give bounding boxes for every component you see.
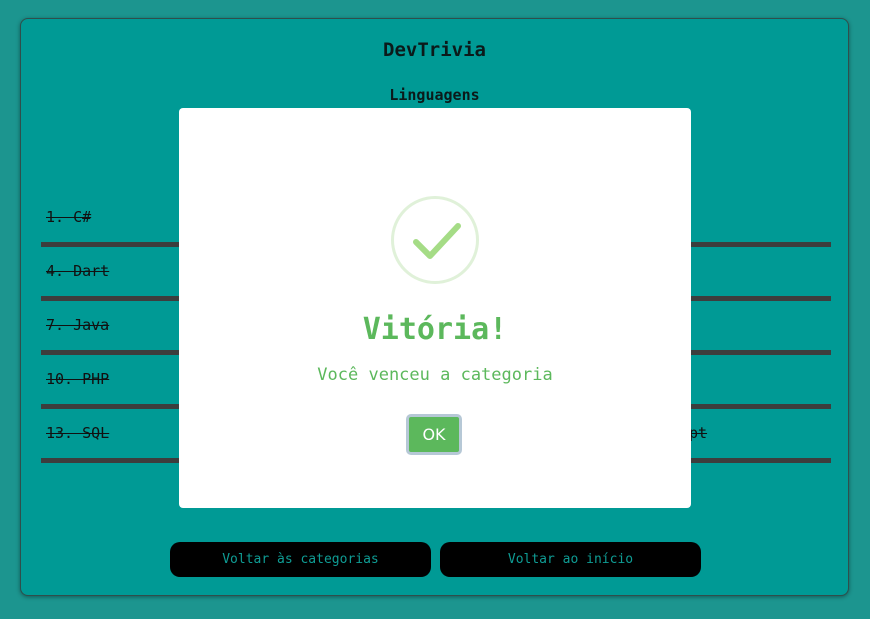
answer-item: 13. SQL [46, 424, 110, 442]
answer-item: 4. Dart [46, 262, 110, 280]
check-icon [391, 196, 479, 284]
back-to-categories-button[interactable]: Voltar às categorias [170, 542, 431, 577]
answer-item: 10. PHP [46, 370, 110, 388]
answer-item: 1. C# [46, 208, 92, 226]
back-to-home-button[interactable]: Voltar ao início [440, 542, 701, 577]
modal-title: Vitória! [362, 312, 508, 347]
answer-item: 7. Java [46, 316, 110, 334]
category-title: Linguagens [389, 86, 480, 104]
answer-item: pt [689, 424, 708, 442]
app-title: DevTrivia [383, 39, 486, 61]
ok-button[interactable]: OK [406, 414, 462, 455]
victory-modal: Vitória! Você venceu a categoria OK [179, 108, 691, 508]
modal-message: Você venceu a categoria [317, 365, 553, 385]
